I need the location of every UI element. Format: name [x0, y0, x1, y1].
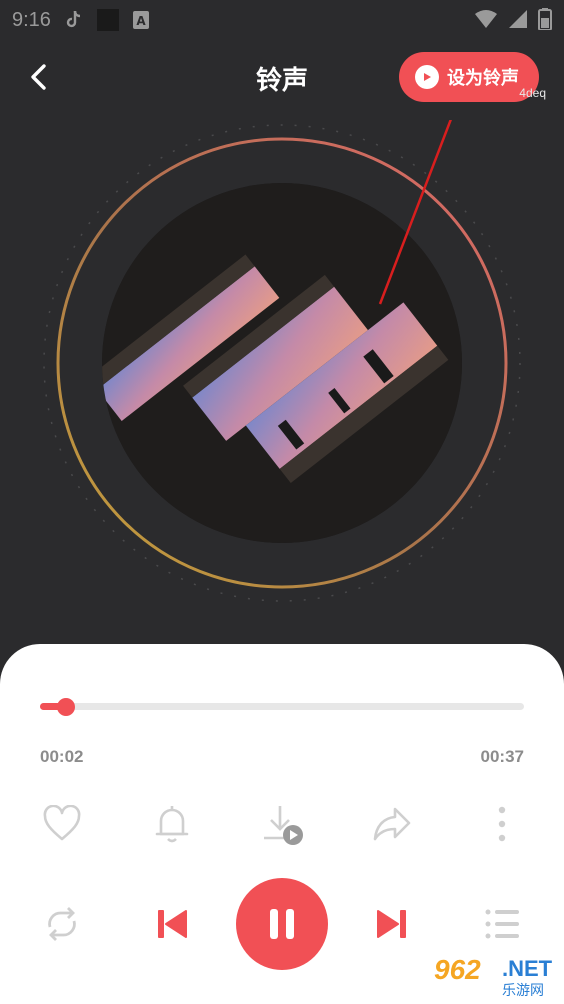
- previous-button[interactable]: [150, 902, 194, 946]
- more-vertical-icon: [498, 806, 506, 842]
- favorite-button[interactable]: [40, 802, 84, 846]
- status-bar: 9:16 A: [0, 0, 564, 40]
- status-right: [474, 8, 552, 36]
- progress-knob[interactable]: [57, 698, 76, 716]
- watermark-logo: 962: [434, 954, 481, 985]
- wifi-icon: [474, 9, 498, 35]
- album-disc: [0, 120, 564, 620]
- corner-tag: 4deq: [519, 86, 546, 100]
- heart-icon: [43, 805, 81, 841]
- action-row: [0, 802, 564, 846]
- signal-icon: [508, 9, 528, 35]
- playlist-button[interactable]: [480, 902, 524, 946]
- skip-next-icon: [377, 910, 406, 938]
- current-time: 00:02: [40, 747, 84, 766]
- share-button[interactable]: [370, 802, 414, 846]
- repeat-button[interactable]: [40, 902, 84, 946]
- app-square-icon: [96, 9, 119, 31]
- share-icon: [373, 807, 411, 841]
- repeat-icon: [48, 907, 76, 941]
- tiktok-icon: [65, 10, 83, 30]
- watermark-cn: 乐游网: [502, 982, 544, 998]
- album-art: [102, 183, 462, 543]
- more-button[interactable]: [480, 802, 524, 846]
- download-icon: [264, 806, 303, 845]
- watermark-suffix: .NET: [502, 956, 553, 981]
- status-time: 9:16: [12, 8, 51, 31]
- pause-button[interactable]: [236, 878, 328, 970]
- battery-icon: [538, 8, 552, 36]
- font-a-icon: A: [132, 11, 149, 29]
- ringtone-bell-button[interactable]: [150, 802, 194, 846]
- skip-previous-icon: [158, 910, 187, 938]
- total-time: 00:37: [480, 747, 524, 766]
- set-ringtone-button[interactable]: 设为铃声: [399, 52, 539, 102]
- next-button[interactable]: [370, 902, 414, 946]
- playlist-icon: [485, 909, 519, 939]
- set-ringtone-label: 设为铃声: [447, 68, 519, 88]
- download-button[interactable]: [260, 802, 304, 846]
- pause-icon: [270, 909, 294, 939]
- svg-text:A: A: [136, 14, 146, 28]
- play-icon: [415, 65, 439, 89]
- player-panel: 00:02 00:37: [0, 644, 564, 1004]
- watermark: 962 .NET 乐游网: [426, 952, 564, 1002]
- bell-icon: [155, 806, 189, 843]
- header: 铃声 设为铃声 4deq: [0, 46, 564, 108]
- progress-bar[interactable]: [40, 698, 524, 716]
